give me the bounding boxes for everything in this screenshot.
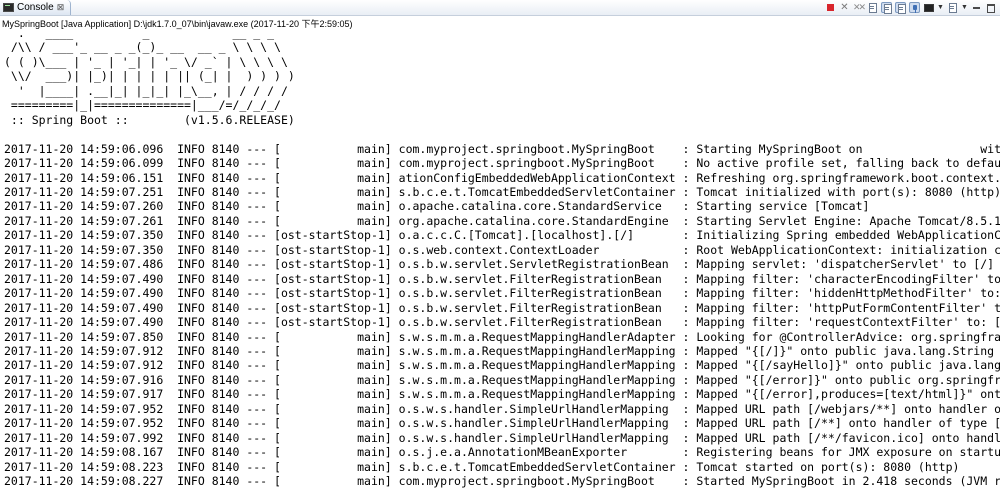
terminate-icon[interactable] xyxy=(825,2,836,13)
log-line: 2017-11-20 14:59:07.992 INFO 8140 --- [ … xyxy=(4,430,1000,445)
log-line: 2017-11-20 14:59:06.096 INFO 8140 --- [ … xyxy=(4,141,1000,156)
view-tab-bar: Console ⊠ ✕ ✕✕ ▼ ▼ xyxy=(0,0,1000,16)
log-line: 2017-11-20 14:59:06.151 INFO 8140 --- [ … xyxy=(4,170,1000,185)
open-console-icon[interactable] xyxy=(947,2,958,13)
console-view: Console ⊠ ✕ ✕✕ ▼ ▼ MySpringBoot [Java Ap… xyxy=(0,0,1000,490)
log-line: 2017-11-20 14:59:07.912 INFO 8140 --- [ … xyxy=(4,358,1000,373)
log-line: 2017-11-20 14:59:07.952 INFO 8140 --- [ … xyxy=(4,401,1000,416)
log-line: 2017-11-20 14:59:07.952 INFO 8140 --- [ … xyxy=(4,416,1000,431)
log-line: 2017-11-20 14:59:07.486 INFO 8140 --- [o… xyxy=(4,257,995,272)
log-line: 2017-11-20 14:59:08.167 INFO 8140 --- [ … xyxy=(4,445,1000,460)
log-line: 2017-11-20 14:59:07.850 INFO 8140 --- [ … xyxy=(4,329,1000,344)
log-line: 2017-11-20 14:59:07.490 INFO 8140 --- [o… xyxy=(4,315,1000,330)
log-lines: 2017-11-20 14:59:06.096 INFO 8140 --- [ … xyxy=(4,142,1000,489)
log-line: 2017-11-20 14:59:07.260 INFO 8140 --- [ … xyxy=(4,199,870,214)
log-line: 2017-11-20 14:59:07.917 INFO 8140 --- [ … xyxy=(4,387,1000,402)
log-line: 2017-11-20 14:59:07.251 INFO 8140 --- [ … xyxy=(4,184,1000,199)
log-line: 2017-11-20 14:59:08.223 INFO 8140 --- [ … xyxy=(4,459,960,474)
scroll-lock-icon[interactable] xyxy=(881,2,892,14)
pin-console-icon[interactable] xyxy=(909,2,920,13)
log-line: 2017-11-20 14:59:07.350 INFO 8140 --- [o… xyxy=(4,228,1000,243)
log-line: 2017-11-20 14:59:07.350 INFO 8140 --- [o… xyxy=(4,242,1000,257)
log-line: 2017-11-20 14:59:07.490 INFO 8140 --- [o… xyxy=(4,300,1000,315)
log-line: 2017-11-20 14:59:07.916 INFO 8140 --- [ … xyxy=(4,372,1000,387)
console-icon xyxy=(3,3,14,12)
log-line: 2017-11-20 14:59:07.490 INFO 8140 --- [o… xyxy=(4,286,1000,301)
minimize-icon[interactable] xyxy=(971,2,982,13)
log-line: 2017-11-20 14:59:07.261 INFO 8140 --- [ … xyxy=(4,213,1000,228)
tab-console[interactable]: Console ⊠ xyxy=(0,0,72,15)
log-line: 2017-11-20 14:59:08.227 INFO 8140 --- [ … xyxy=(4,474,1000,489)
log-line: 2017-11-20 14:59:07.490 INFO 8140 --- [o… xyxy=(4,271,1000,286)
close-icon[interactable]: ⊠ xyxy=(57,2,65,13)
clear-console-icon[interactable] xyxy=(867,2,878,13)
log-line: 2017-11-20 14:59:07.912 INFO 8140 --- [ … xyxy=(4,343,1000,358)
tab-label: Console xyxy=(17,2,54,13)
display-selected-console-icon[interactable] xyxy=(923,2,934,13)
dropdown-arrow-icon[interactable]: ▼ xyxy=(961,2,968,13)
log-line: 2017-11-20 14:59:06.099 INFO 8140 --- [ … xyxy=(4,156,1000,171)
console-toolbar: ✕ ✕✕ ▼ ▼ xyxy=(825,1,996,14)
word-wrap-icon[interactable] xyxy=(895,2,906,14)
maximize-icon[interactable] xyxy=(985,2,996,13)
console-output[interactable]: . ____ _ __ _ _ /\\ / ___'_ __ _ _(_)_ _… xyxy=(4,26,1000,488)
dropdown-arrow-icon[interactable]: ▼ xyxy=(937,2,944,13)
spring-boot-banner: . ____ _ __ _ _ /\\ / ___'_ __ _ _(_)_ _… xyxy=(4,26,295,127)
remove-all-terminated-icon[interactable]: ✕✕ xyxy=(853,2,866,13)
remove-launch-icon[interactable]: ✕ xyxy=(839,2,850,13)
